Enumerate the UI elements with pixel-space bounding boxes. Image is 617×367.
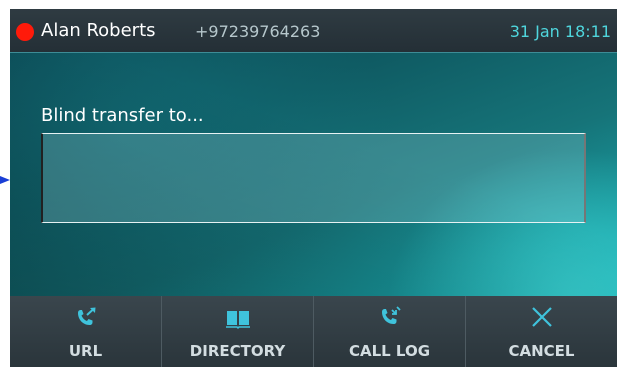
url-label: URL: [68, 342, 103, 360]
call-status-indicator: [16, 23, 34, 41]
date-time: 31 Jan 18:11: [509, 22, 611, 41]
book-icon: [225, 311, 250, 330]
transfer-number-input[interactable]: [41, 133, 586, 223]
cancel-label: CANCEL: [508, 342, 575, 360]
status-bar: Alan Roberts +97239764263 31 Jan 18:11: [10, 9, 617, 53]
close-icon: [531, 307, 552, 327]
cancel-softkey[interactable]: CANCEL: [465, 296, 617, 367]
softkey-bar: URL DIRECTORY CALL LOG CANCEL: [10, 296, 617, 367]
phone-screen: Alan Roberts +97239764263 31 Jan 18:11 B…: [10, 9, 617, 367]
phone-transfer-icon: [77, 307, 95, 325]
url-softkey[interactable]: URL: [10, 296, 161, 367]
directory-softkey[interactable]: DIRECTORY: [161, 296, 313, 367]
caller-number: +97239764263: [195, 22, 321, 41]
transfer-prompt: Blind transfer to...: [41, 105, 204, 126]
caller-name: Alan Roberts: [41, 20, 156, 41]
call-log-label: CALL LOG: [348, 342, 431, 360]
directory-label: DIRECTORY: [189, 342, 286, 360]
call-log-icon: [381, 306, 401, 324]
transfer-panel: Blind transfer to...: [10, 53, 617, 296]
call-log-softkey[interactable]: CALL LOG: [313, 296, 465, 367]
